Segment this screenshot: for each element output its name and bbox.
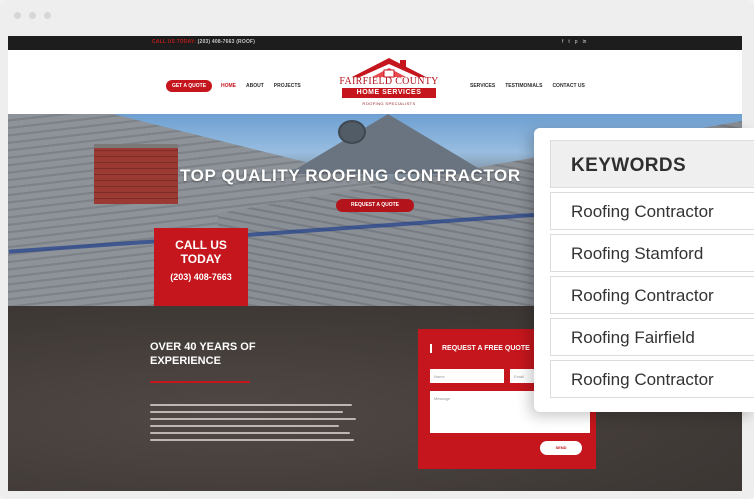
hero-chimney — [94, 144, 178, 204]
window-control-dot[interactable] — [14, 12, 21, 19]
keyword-row: Roofing Contractor — [550, 276, 754, 314]
experience-heading-line2: EXPERIENCE — [150, 355, 221, 367]
quote-form-title: REQUEST A FREE QUOTE — [442, 345, 530, 352]
site-logo[interactable]: FAIRFIELD COUNTY HOME SERVICES ROOFING S… — [330, 56, 448, 110]
keywords-header: KEYWORDS — [550, 140, 754, 188]
window-control-dot[interactable] — [29, 12, 36, 19]
keyword-row: Roofing Stamford — [550, 234, 754, 272]
nav-link-services[interactable]: SERVICES — [470, 83, 495, 89]
nav-links-left: HOME ABOUT PROJECTS — [221, 83, 301, 89]
call-us-box[interactable]: CALL US TODAY (203) 408-7663 — [154, 228, 248, 306]
main-nav: GET A QUOTE HOME ABOUT PROJECTS FAIRFIEL… — [8, 50, 742, 114]
get-quote-button[interactable]: GET A QUOTE — [166, 80, 212, 92]
twitter-icon[interactable]: t — [568, 39, 569, 45]
experience-heading-line1: OVER 40 YEARS OF — [150, 341, 256, 353]
nav-link-projects[interactable]: PROJECTS — [274, 83, 301, 89]
form-title-accent — [430, 344, 432, 353]
top-bar: CALL US TODAY: (203) 408-7663 (ROOF) f t… — [8, 36, 742, 50]
keyword-text: Roofing Fairfield — [571, 328, 695, 347]
keywords-header-label: KEYWORDS — [571, 155, 687, 176]
call-box-number: (203) 408-7663 — [170, 272, 232, 282]
keyword-row: Roofing Contractor — [550, 360, 754, 398]
heading-divider — [150, 381, 250, 383]
linkedin-icon[interactable]: in — [583, 39, 587, 45]
keyword-row: Roofing Fairfield — [550, 318, 754, 356]
social-links: f t p in — [562, 39, 586, 45]
nav-link-about[interactable]: ABOUT — [246, 83, 264, 89]
keyword-text: Roofing Contractor — [571, 286, 714, 305]
topbar-phone[interactable]: CALL US TODAY: (203) 408-7663 (ROOF) — [152, 39, 255, 45]
topbar-phone-prefix: CALL US TODAY: — [152, 39, 197, 45]
facebook-icon[interactable]: f — [562, 39, 563, 45]
name-field[interactable]: Name — [430, 369, 504, 383]
roof-logo-icon — [352, 58, 426, 78]
hero-gable — [288, 114, 488, 174]
logo-tagline: ROOFING SPECIALISTS — [362, 101, 416, 106]
topbar-phone-number: (203) 408-7663 (ROOF) — [197, 39, 256, 45]
nav-link-home[interactable]: HOME — [221, 83, 236, 89]
experience-paragraph — [150, 404, 360, 446]
keywords-panel: KEYWORDS Roofing Contractor Roofing Stam… — [534, 128, 754, 412]
window-controls — [14, 12, 51, 19]
nav-link-testimonials[interactable]: TESTIMONIALS — [505, 83, 542, 89]
call-box-line2: TODAY — [180, 252, 222, 266]
window-control-dot[interactable] — [44, 12, 51, 19]
hero-title: TOP QUALITY ROOFING CONTRACTOR — [180, 166, 521, 185]
call-box-line1: CALL US — [175, 238, 227, 252]
nav-link-contact[interactable]: CONTACT US — [552, 83, 584, 89]
keyword-row: Roofing Contractor — [550, 192, 754, 230]
browser-window: CALL US TODAY: (203) 408-7663 (ROOF) f t… — [0, 0, 754, 499]
logo-name: FAIRFIELD COUNTY — [339, 76, 439, 87]
experience-heading: OVER 40 YEARS OF EXPERIENCE — [150, 340, 256, 368]
nav-links-right: SERVICES TESTIMONIALS CONTACT US — [470, 83, 585, 89]
request-quote-button[interactable]: REQUEST A QUOTE — [336, 199, 414, 212]
keyword-text: Roofing Stamford — [571, 244, 704, 263]
keyword-text: Roofing Contractor — [571, 370, 714, 389]
logo-band: HOME SERVICES — [342, 88, 436, 98]
hero-attic-vent — [338, 120, 366, 144]
keyword-text: Roofing Contractor — [571, 202, 714, 221]
pinterest-icon[interactable]: p — [575, 39, 578, 45]
send-button[interactable]: SEND — [540, 441, 582, 455]
